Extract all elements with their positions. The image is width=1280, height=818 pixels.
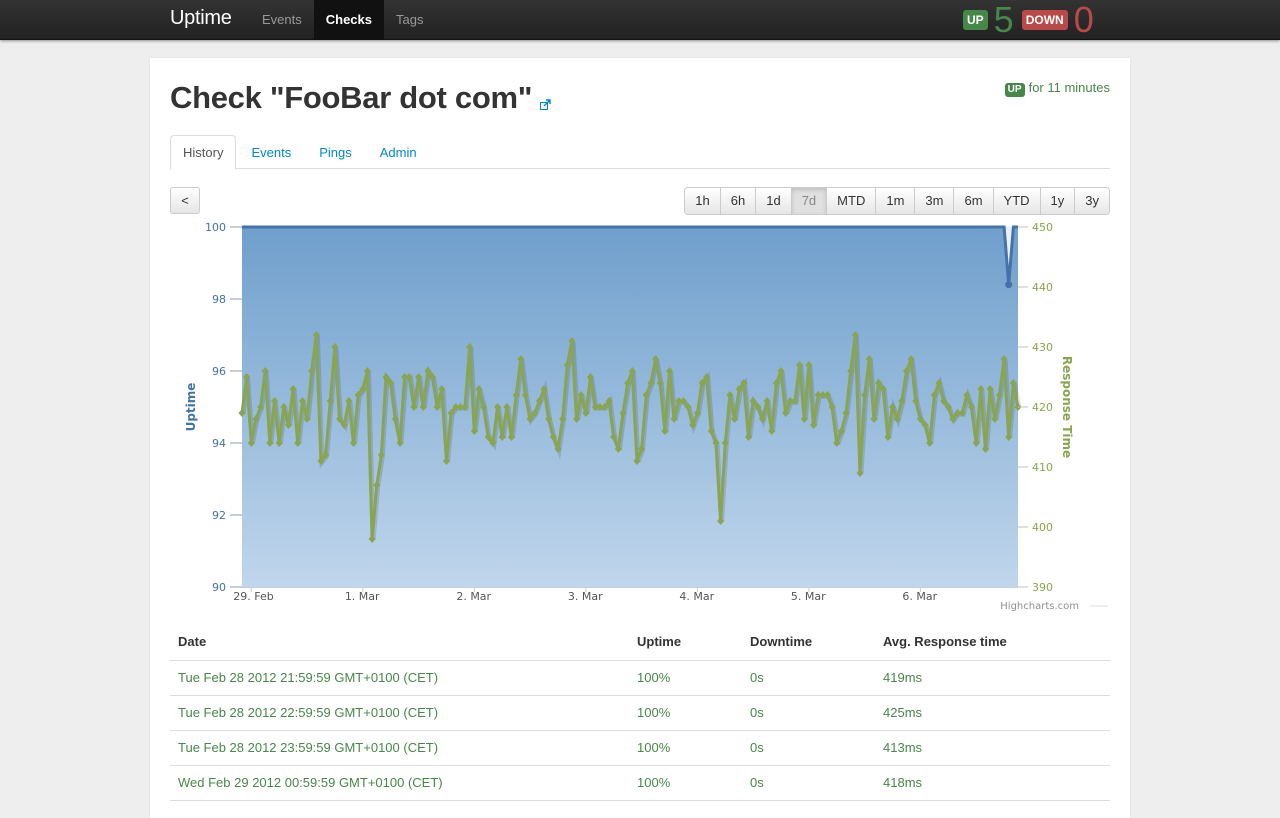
y-left-tick-label: 94 bbox=[212, 437, 226, 450]
brand-logo[interactable]: Uptime bbox=[170, 7, 232, 30]
cell-date: Tue Feb 28 2012 22:59:59 GMT+0100 (CET) bbox=[170, 695, 629, 731]
cell-uptime: 100% bbox=[629, 730, 742, 766]
y-left-tick-label: 100 bbox=[205, 221, 226, 234]
cell-date: Wed Feb 29 2012 00:59:59 GMT+0100 (CET) bbox=[170, 765, 629, 801]
table-header-row: Date Uptime Downtime Avg. Response time bbox=[170, 624, 1110, 661]
status-counts: UP 5 DOWN 0 bbox=[963, 2, 1102, 38]
header-uptime[interactable]: Uptime bbox=[629, 624, 742, 661]
y-right-tick-label: 440 bbox=[1032, 281, 1053, 294]
y-right-tick-label: 420 bbox=[1032, 401, 1053, 414]
y-left-tick-label: 98 bbox=[212, 293, 226, 306]
nav-tags[interactable]: Tags bbox=[384, 0, 435, 40]
cell-downtime: 0s bbox=[742, 765, 875, 801]
uptime-point bbox=[1005, 281, 1013, 289]
cell-downtime: 0s bbox=[742, 730, 875, 766]
x-tick-label: 5. Mar bbox=[791, 590, 826, 603]
y-axis-right-title: Response Time bbox=[1060, 356, 1074, 458]
cell-avg-response: 425ms bbox=[875, 695, 1110, 731]
x-tick-label: 6. Mar bbox=[902, 590, 937, 603]
nav-checks[interactable]: Checks bbox=[313, 0, 384, 40]
y-left-tick-label: 90 bbox=[212, 581, 226, 594]
cell-uptime: 100% bbox=[629, 695, 742, 731]
up-badge: UP bbox=[963, 10, 988, 30]
history-chart[interactable]: 90 92 94 96 98 100 390 400 410 420 430 440 450 29. Fe… bbox=[150, 58, 1130, 618]
nav-events[interactable]: Events bbox=[250, 0, 314, 40]
y-right-tick-label: 390 bbox=[1032, 581, 1053, 594]
table-row[interactable]: Wed Feb 29 2012 00:59:59 GMT+0100 (CET) … bbox=[170, 765, 1110, 801]
cell-uptime: 100% bbox=[629, 660, 742, 696]
table-row[interactable]: Tue Feb 28 2012 21:59:59 GMT+0100 (CET) … bbox=[170, 660, 1110, 696]
cell-avg-response: 419ms bbox=[875, 660, 1110, 696]
chart-credits[interactable]: Highcharts.com bbox=[1000, 601, 1079, 612]
history-table: Date Uptime Downtime Avg. Response time … bbox=[170, 624, 1110, 801]
header-avg-response[interactable]: Avg. Response time bbox=[875, 624, 1110, 661]
header-date[interactable]: Date bbox=[170, 624, 629, 661]
y-left-tick-label: 96 bbox=[212, 365, 226, 378]
down-count[interactable]: 0 bbox=[1074, 2, 1094, 38]
navbar: Uptime Events Checks Tags UP 5 DOWN 0 bbox=[0, 0, 1280, 40]
cell-date: Tue Feb 28 2012 21:59:59 GMT+0100 (CET) bbox=[170, 660, 629, 696]
table-row[interactable]: Tue Feb 28 2012 22:59:59 GMT+0100 (CET) … bbox=[170, 695, 1110, 731]
cell-avg-response: 413ms bbox=[875, 730, 1110, 766]
y-right-tick-label: 410 bbox=[1032, 461, 1053, 474]
y-axis-left-title: Uptime bbox=[184, 383, 198, 432]
y-right-tick-label: 400 bbox=[1032, 521, 1053, 534]
cell-avg-response: 418ms bbox=[875, 765, 1110, 801]
x-tick-label: 2. Mar bbox=[456, 590, 491, 603]
x-tick-label: 3. Mar bbox=[568, 590, 603, 603]
x-tick-label: 29. Feb bbox=[233, 590, 273, 603]
check-card: Check "FooBar dot com" UP for 11 minutes … bbox=[150, 58, 1130, 818]
cell-downtime: 0s bbox=[742, 695, 875, 731]
cell-downtime: 0s bbox=[742, 660, 875, 696]
y-right-tick-label: 450 bbox=[1032, 221, 1053, 234]
y-right-tick-label: 430 bbox=[1032, 341, 1053, 354]
header-downtime[interactable]: Downtime bbox=[742, 624, 875, 661]
cell-uptime: 100% bbox=[629, 765, 742, 801]
y-left-tick-label: 92 bbox=[212, 509, 226, 522]
table-row[interactable]: Tue Feb 28 2012 23:59:59 GMT+0100 (CET) … bbox=[170, 730, 1110, 766]
cell-date: Tue Feb 28 2012 23:59:59 GMT+0100 (CET) bbox=[170, 730, 629, 766]
x-tick-label: 1. Mar bbox=[345, 590, 380, 603]
x-tick-label: 4. Mar bbox=[679, 590, 714, 603]
up-count[interactable]: 5 bbox=[994, 2, 1014, 38]
down-badge: DOWN bbox=[1021, 10, 1068, 30]
main-nav: Events Checks Tags bbox=[250, 0, 435, 40]
